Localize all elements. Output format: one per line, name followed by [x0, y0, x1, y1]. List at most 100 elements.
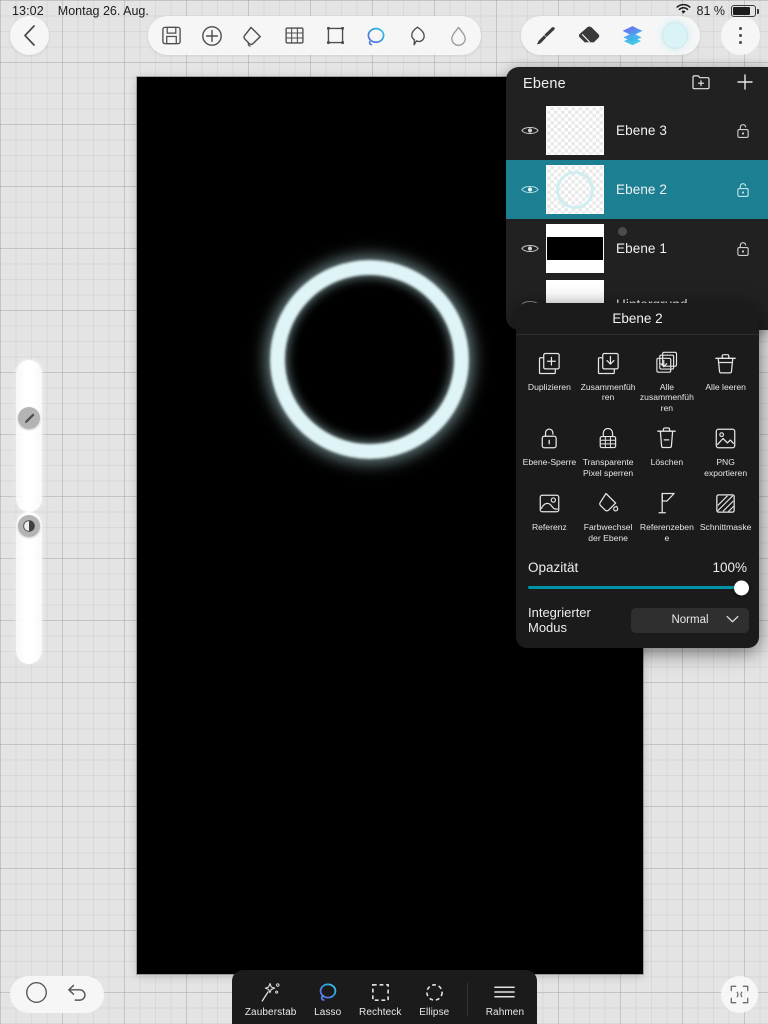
- color-swatch[interactable]: [663, 23, 687, 48]
- layer-thumbnail[interactable]: [546, 106, 604, 155]
- opacity-slider-handle[interactable]: [734, 580, 749, 596]
- lock-layer-button[interactable]: Ebene-Sperre: [520, 420, 579, 485]
- battery-icon: [731, 5, 759, 17]
- status-date: Montag 26. Aug.: [57, 4, 149, 18]
- smudge-icon[interactable]: [405, 24, 429, 48]
- menu-lines-icon: [493, 981, 516, 1003]
- add-icon[interactable]: [200, 24, 224, 48]
- layer-name: Ebene 2: [616, 182, 667, 197]
- merge-down-icon: [596, 348, 621, 376]
- fit-screen-icon: [730, 985, 749, 1004]
- selection-tool-frame[interactable]: Rahmen: [486, 981, 524, 1018]
- action-label: Referenz: [531, 522, 567, 533]
- blur-drop-icon[interactable]: [446, 24, 470, 48]
- selection-tool-magic-wand[interactable]: Zauberstab: [245, 981, 297, 1018]
- pencil-icon: [24, 412, 35, 423]
- layer-lock-icon[interactable]: [732, 241, 754, 257]
- battery-percent: 81 %: [696, 4, 726, 18]
- rectangle-select-icon: [370, 981, 391, 1003]
- lock-transparent-pixels-icon: [596, 423, 621, 451]
- opacity-label: Opazität: [528, 560, 579, 576]
- layer-name: Ebene 3: [616, 123, 667, 138]
- clear-all-icon: [713, 348, 738, 376]
- opacity-row: Opazität 100%: [516, 554, 759, 575]
- fit-to-screen-button[interactable]: [721, 976, 758, 1013]
- paint-bucket-icon[interactable]: [241, 24, 265, 48]
- layer-color-change-icon: [596, 488, 621, 516]
- layer-row[interactable]: Ebene 2: [506, 160, 768, 219]
- new-folder-icon[interactable]: [692, 74, 710, 95]
- lasso-icon: [317, 981, 339, 1003]
- undo-icon[interactable]: [66, 982, 89, 1008]
- layer-visibility-icon[interactable]: [518, 184, 541, 195]
- blend-mode-select[interactable]: Normal: [631, 607, 749, 633]
- layer-thumbnail[interactable]: [546, 224, 604, 273]
- duplicate-layer-button[interactable]: Duplizieren: [520, 345, 579, 420]
- merge-down-button[interactable]: Zusammenführen: [579, 345, 638, 420]
- layer-lock-icon[interactable]: [732, 123, 754, 139]
- duplicate-layer-icon: [537, 348, 562, 376]
- clear-all-button[interactable]: Alle leeren: [696, 345, 755, 420]
- merge-all-button[interactable]: Alle zusammenführen: [638, 345, 697, 420]
- grid-icon[interactable]: [282, 24, 306, 48]
- eraser-icon[interactable]: [577, 24, 601, 48]
- selection-tool-ellipse[interactable]: Ellipse: [419, 981, 449, 1018]
- layer-thumbnail[interactable]: [546, 165, 604, 214]
- layer-name: Ebene 1: [616, 241, 667, 256]
- action-label: Duplizieren: [527, 382, 571, 392]
- toolbar-divider: [467, 983, 469, 1016]
- action-label: Zusammenführen: [580, 382, 636, 403]
- blend-mode-label: Integrierter Modus: [528, 605, 591, 636]
- brush-size-slider[interactable]: [16, 360, 42, 512]
- reference-icon: [537, 488, 562, 516]
- layer-row[interactable]: Ebene 1: [506, 219, 768, 278]
- brush-opacity-slider[interactable]: [16, 512, 42, 664]
- action-label: Löschen: [650, 457, 684, 468]
- blend-mode-value: Normal: [671, 614, 709, 627]
- export-png-icon: [713, 423, 738, 451]
- layer-visibility-icon[interactable]: [518, 243, 541, 254]
- selection-toolbar: Zauberstab Lasso Rechteck Ellipse Rahmen: [232, 970, 537, 1024]
- magic-wand-icon: [260, 981, 282, 1003]
- action-label: Alle zusammenführen: [639, 382, 694, 413]
- transform-frame-icon[interactable]: [323, 24, 347, 48]
- tool-label: Rahmen: [485, 1007, 525, 1018]
- delete-icon: [655, 423, 678, 451]
- lock-transparent-pixels-button[interactable]: Transparente Pixel sperren: [579, 420, 638, 485]
- chevron-down-icon: [726, 615, 739, 627]
- circle-icon[interactable]: [25, 981, 48, 1009]
- brush-icon[interactable]: [534, 24, 558, 48]
- layer-lock-icon[interactable]: [732, 182, 754, 198]
- layers-panel-header: Ebene: [506, 67, 768, 101]
- lasso-select-icon[interactable]: [364, 24, 388, 48]
- export-png-button[interactable]: PNG exportieren: [696, 420, 755, 485]
- reference-button[interactable]: Referenz: [520, 485, 579, 550]
- tool-label: Ellipse: [419, 1007, 450, 1018]
- merge-all-icon: [654, 348, 679, 376]
- action-label: Farbwechsel der Ebene: [583, 522, 633, 543]
- selection-tool-lasso[interactable]: Lasso: [314, 981, 341, 1018]
- action-label: Alle leeren: [705, 382, 746, 392]
- clipping-mask-button[interactable]: Schnittmaske: [696, 485, 755, 550]
- save-icon[interactable]: [159, 24, 183, 48]
- opacity-slider[interactable]: [528, 580, 749, 596]
- layer-context-menu: Ebene 2 Duplizieren Zusammenführen Alle …: [516, 303, 759, 649]
- layer-row[interactable]: Ebene 3: [506, 101, 768, 160]
- reference-layer-button[interactable]: Referenzebene: [638, 485, 697, 550]
- context-menu-title: Ebene 2: [516, 303, 759, 335]
- layers-panel-title: Ebene: [523, 76, 566, 92]
- brush-opacity-slider-handle[interactable]: [18, 515, 40, 537]
- layer-visibility-icon[interactable]: [518, 125, 541, 136]
- action-label: Transparente Pixel sperren: [582, 457, 634, 478]
- add-layer-icon[interactable]: [736, 73, 754, 96]
- layers-icon[interactable]: [620, 24, 644, 48]
- layer-color-change-button[interactable]: Farbwechsel der Ebene: [579, 485, 638, 550]
- opacity-value: 100%: [712, 560, 747, 576]
- brush-size-slider-handle[interactable]: [18, 407, 40, 429]
- tool-label: Zauberstab: [244, 1007, 297, 1018]
- context-menu-actions: Duplizieren Zusammenführen Alle zusammen…: [516, 335, 759, 554]
- selection-tool-rectangle[interactable]: Rechteck: [359, 981, 402, 1018]
- reference-layer-flag-icon: [656, 488, 678, 516]
- canvas-ring-shape: [270, 260, 469, 459]
- delete-layer-button[interactable]: Löschen: [638, 420, 697, 485]
